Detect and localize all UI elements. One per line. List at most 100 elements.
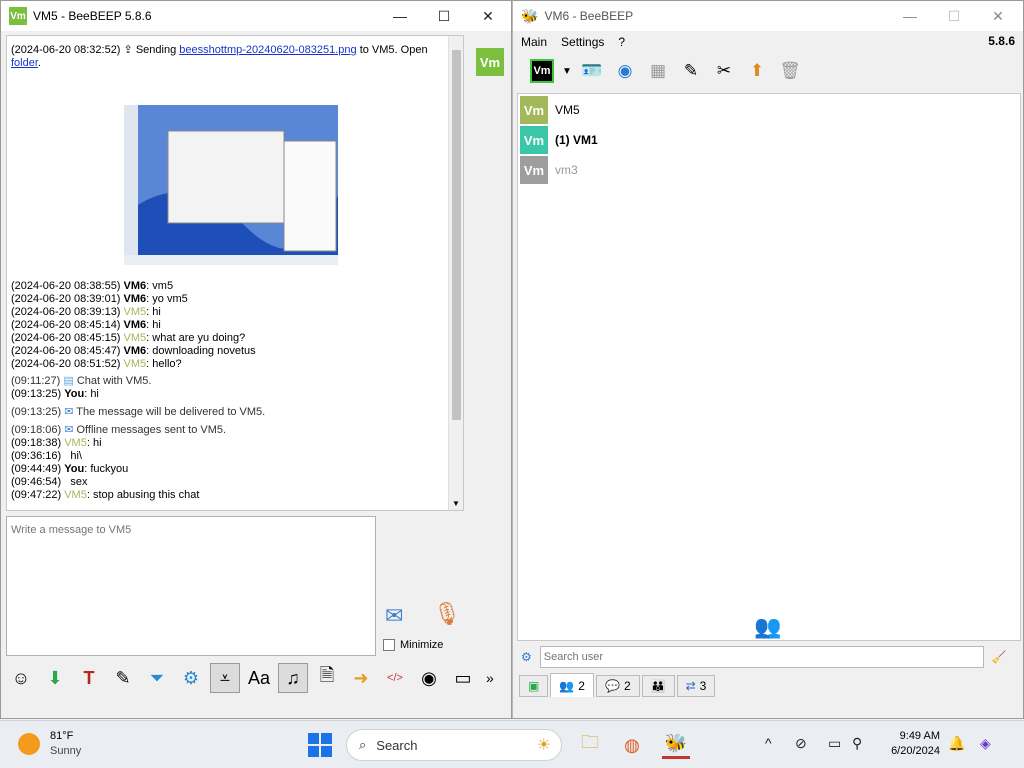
network-icon[interactable]: ◉ — [610, 58, 640, 84]
start-button[interactable] — [308, 733, 332, 757]
msg-sender: You — [64, 463, 85, 475]
search-user-input[interactable] — [539, 646, 984, 668]
start-logo-tile — [321, 733, 332, 744]
weather-widget[interactable]: 81°F Sunny — [18, 729, 81, 759]
message-row: (09:18:38) VM5: hi — [11, 437, 102, 449]
emoticon-icon[interactable]: ☺ — [6, 663, 36, 693]
screenshot-thumbnail[interactable] — [124, 105, 338, 265]
font-icon[interactable]: T — [74, 663, 104, 693]
save-chat-icon[interactable]: 🗎 — [312, 663, 342, 693]
tab-files[interactable]: ⇄ 3 — [676, 675, 716, 697]
tab-chats[interactable]: 💬 2 — [595, 675, 640, 697]
screenshot-icon[interactable]: ◉ — [414, 663, 444, 693]
scroll-down-arrow-icon[interactable]: ▼ — [452, 499, 460, 508]
spellcheck-icon[interactable]: Aa — [244, 663, 274, 693]
chat-scrollbar[interactable]: ▼ — [448, 36, 463, 510]
filter-icon[interactable]: ⏷ — [142, 663, 172, 693]
chat-history[interactable]: (2024-06-20 08:32:52) ⇪ Sending beesshot… — [6, 35, 464, 511]
settings-icon[interactable]: ⚙ — [176, 663, 206, 693]
firefox-icon[interactable]: ◍ — [618, 731, 646, 759]
chevron-down-icon[interactable]: ▼ — [560, 58, 574, 84]
search-highlight-icon: ☀ — [536, 737, 551, 754]
close-button[interactable]: ✕ — [975, 1, 1021, 31]
user-name: vm3 — [555, 163, 578, 177]
menu-help[interactable]: ? — [618, 35, 625, 49]
more-tools-icon[interactable]: » — [486, 670, 494, 686]
msg-time: (09:44:49) — [11, 463, 62, 475]
scroll-lock-icon[interactable]: ⩡ — [210, 663, 240, 693]
taskbar-search[interactable]: ⌕ Search ☀ — [346, 729, 562, 761]
update-icon[interactable]: ⬆ — [742, 58, 772, 84]
menu-settings[interactable]: Settings — [561, 35, 604, 49]
folder-link[interactable]: folder — [11, 57, 38, 69]
clock[interactable]: 9:49 AM 6/20/2024 — [880, 729, 940, 759]
copilot-icon[interactable]: ◈ — [980, 735, 991, 752]
msg-text: Offline messages sent to VM5. — [76, 424, 227, 436]
msg-time: (2024-06-20 08:45:15) — [11, 332, 121, 344]
msg-time: (09:47:22) — [11, 489, 62, 501]
file-explorer-icon[interactable]: 🗀 — [576, 731, 604, 759]
beebeep-taskbar-icon[interactable]: 🐝 — [662, 731, 690, 759]
minimize-button[interactable]: — — [377, 1, 423, 31]
user-row-vm3[interactable]: Vm vm3 — [520, 156, 578, 184]
upload-icon: ⇪ — [123, 44, 133, 56]
right-title-bar[interactable]: 🐝 VM6 - BeeBEEP — ☐ ✕ — [513, 1, 1023, 31]
close-button[interactable]: ✕ — [465, 1, 511, 31]
file-link[interactable]: beesshottmp-20240620-083251.png — [179, 44, 356, 56]
user-avatar: Vm — [520, 96, 548, 124]
tab-count: 3 — [699, 679, 707, 693]
voice-record-icon[interactable]: 🎙 — [433, 601, 461, 627]
clear-search-icon[interactable]: 🧹 — [992, 650, 1007, 664]
color-picker-icon[interactable]: ✎ — [108, 663, 138, 693]
detach-icon[interactable]: ▭ — [448, 663, 478, 693]
user-name: (1) VM1 — [555, 133, 598, 147]
chevron-up-icon[interactable]: ^ — [765, 735, 772, 751]
minimize-checkbox[interactable] — [383, 639, 395, 651]
tools-icon[interactable]: ✂ — [709, 58, 739, 84]
message-row: (2024-06-20 08:45:47) VM6: downloading n… — [11, 345, 256, 357]
network-tray-icon[interactable]: ⊘ — [795, 735, 807, 752]
maximize-button[interactable]: ☐ — [931, 1, 977, 31]
notification-bell-icon[interactable]: 🔔 — [948, 735, 965, 752]
message-input-box[interactable] — [6, 516, 376, 656]
message-row: (2024-06-20 08:51:52) VM5: hello? — [11, 358, 182, 370]
sound-icon[interactable]: ♫ — [278, 663, 308, 693]
send-file-icon[interactable]: ➜ — [346, 663, 376, 693]
message-input[interactable] — [11, 521, 371, 539]
contact-avatar[interactable]: Vm — [476, 48, 504, 76]
user-row-vm1[interactable]: Vm (1) VM1 — [520, 126, 598, 154]
minimize-button[interactable]: — — [887, 1, 933, 31]
tab-users[interactable]: 👥 2 — [550, 673, 594, 697]
menu-main[interactable]: Main — [521, 35, 547, 49]
start-logo-tile — [308, 746, 319, 757]
start-logo-tile — [321, 746, 332, 757]
msg-text: yo vm5 — [152, 293, 188, 305]
status-selector[interactable]: Vm — [527, 58, 557, 84]
accessibility-tray-icon[interactable]: ⚲ — [852, 735, 862, 752]
search-settings-icon[interactable]: ⚙ — [521, 650, 532, 664]
user-row-vm5[interactable]: Vm VM5 — [520, 96, 580, 124]
left-title-bar[interactable]: Vm VM5 - BeeBEEP 5.8.6 — ☐ ✕ — [1, 1, 511, 31]
tab-chat-view[interactable]: ▣ — [519, 675, 549, 697]
system-row: (09:18:06) ✉ Offline messages sent to VM… — [11, 424, 265, 437]
profile-icon[interactable]: 🪪 — [577, 58, 607, 84]
msg-text: hi\ — [70, 450, 82, 462]
edit-icon[interactable]: ✎ — [676, 58, 706, 84]
right-window-title: VM6 - BeeBEEP — [544, 9, 634, 23]
tab-groups[interactable]: 👪 — [641, 675, 675, 697]
users-icon: 👥 — [559, 678, 575, 693]
user-name: VM5 — [555, 103, 580, 117]
system-row: (09:11:27) ▤ Chat with VM5. — [11, 375, 265, 388]
send-message-icon[interactable]: ✉ — [385, 603, 403, 629]
group-icon[interactable]: ▦ — [643, 58, 673, 84]
scroll-thumb[interactable] — [452, 50, 461, 420]
html-code-icon[interactable]: </> — [380, 663, 410, 693]
maximize-button[interactable]: ☐ — [421, 1, 467, 31]
download-icon[interactable]: ⬇ — [40, 663, 70, 693]
menu-bar: Main Settings ? — [513, 31, 1023, 53]
minimize-option[interactable]: Minimize — [383, 639, 443, 651]
trash-icon[interactable]: 🗑 — [775, 58, 805, 84]
main-toolbar: Vm ▼ 🪪 ◉ ▦ ✎ ✂ ⬆ 🗑 — [527, 57, 808, 85]
msg-sender: VM5 — [123, 358, 147, 370]
display-tray-icon[interactable]: ▭ — [828, 735, 841, 752]
